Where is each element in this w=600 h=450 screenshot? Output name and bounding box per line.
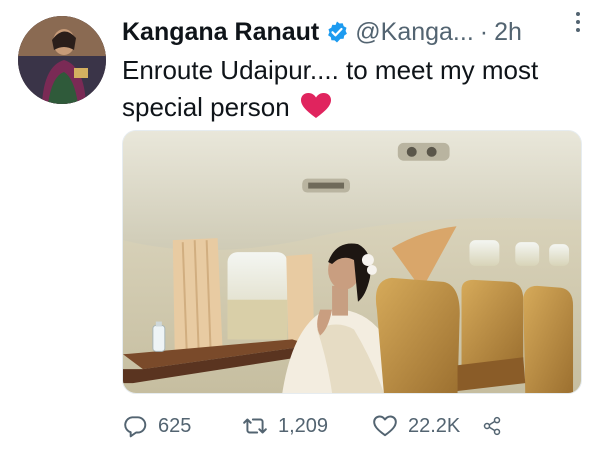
more-vertical-icon[interactable]	[568, 8, 588, 36]
share-button[interactable]	[482, 413, 512, 439]
airplane-cabin-photo	[123, 131, 581, 393]
retweet-count: 1,209	[278, 414, 329, 437]
tweet-timestamp[interactable]: 2h	[494, 18, 522, 47]
tweet-header: Kangana Ranaut @Kanga... · 2h	[122, 12, 592, 52]
reply-icon	[124, 416, 147, 438]
like-count: 22.2K	[408, 414, 461, 437]
tweet-action-bar: 625 1,209 22.2K	[122, 408, 512, 444]
reply-count: 625	[158, 414, 192, 437]
retweet-button[interactable]: 1,209	[242, 413, 372, 439]
share-icon	[483, 416, 501, 436]
retweet-icon	[243, 418, 267, 434]
tweet-media-photo[interactable]	[122, 130, 582, 394]
verified-badge-icon	[328, 21, 348, 43]
author-handle[interactable]: @Kanga...	[355, 18, 474, 47]
author-avatar[interactable]	[18, 16, 106, 104]
tweet-text: Enroute Udaipur.... to meet my most spec…	[122, 52, 582, 126]
avatar-image	[18, 16, 106, 104]
author-name[interactable]: Kangana Ranaut	[122, 18, 319, 47]
reply-button[interactable]: 625	[122, 413, 242, 439]
header-separator: ·	[479, 17, 489, 46]
red-heart-emoji-icon	[300, 93, 331, 118]
heart-icon	[373, 415, 397, 437]
like-button[interactable]: 22.2K	[372, 413, 482, 439]
